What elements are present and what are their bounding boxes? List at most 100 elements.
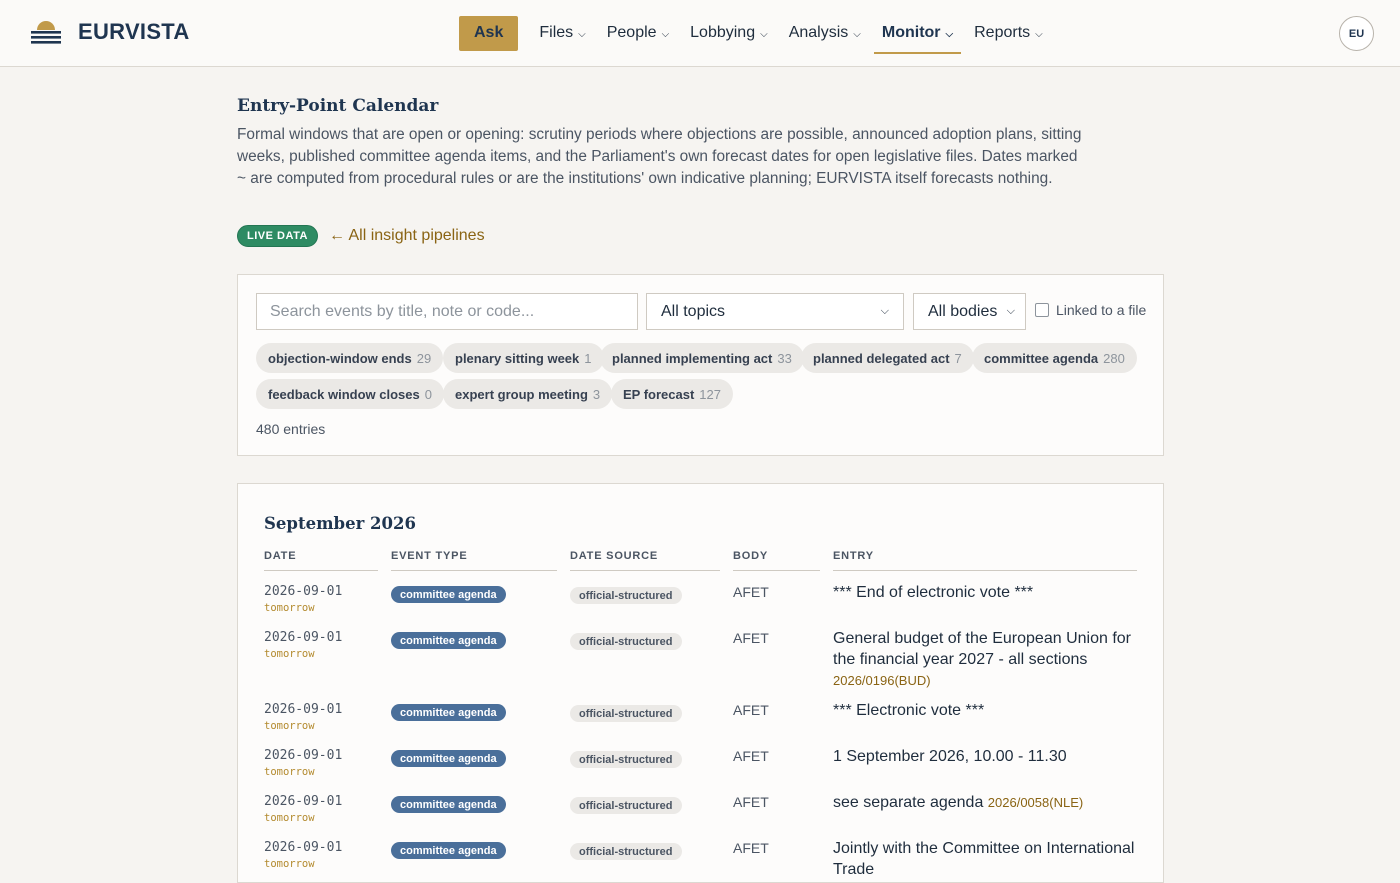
brand-name: EURVISTA bbox=[78, 19, 190, 44]
event-type-badge: committee agenda bbox=[391, 704, 506, 721]
nav-reports-label: Reports bbox=[974, 24, 1031, 41]
row-entry: *** Electronic vote *** bbox=[833, 700, 1143, 721]
chevron-down-icon: ⌵ bbox=[1006, 305, 1015, 317]
column-header-body: BODY bbox=[733, 550, 820, 571]
chevron-down-icon: ⌵ bbox=[661, 28, 670, 40]
nav-files[interactable]: Files ⌵ bbox=[531, 15, 593, 51]
chip-expert-group-meeting[interactable]: expert group meeting 3 bbox=[443, 379, 613, 409]
brand-logo[interactable]: EURVISTA bbox=[30, 18, 190, 46]
chip-ep-forecast[interactable]: EP forecast 127 bbox=[611, 379, 733, 409]
row-entry: Jointly with the Committee on Internatio… bbox=[833, 838, 1143, 880]
row-relative-date: tomorrow bbox=[264, 720, 315, 732]
row-body: AFET bbox=[733, 840, 769, 856]
bodies-select-value: All bodies bbox=[928, 302, 998, 320]
chip-label: EP forecast bbox=[623, 386, 695, 402]
chevron-down-icon: ⌵ bbox=[945, 28, 954, 40]
column-header-event-type: EVENT TYPE bbox=[391, 550, 557, 571]
nav-files-label: Files bbox=[539, 24, 574, 41]
nav-reports[interactable]: Reports ⌵ bbox=[966, 15, 1051, 51]
row-body: AFET bbox=[733, 630, 769, 646]
entries-count: 480 entries bbox=[256, 421, 326, 437]
user-avatar[interactable]: EU bbox=[1339, 16, 1374, 51]
linked-label: Linked to a file bbox=[1056, 302, 1147, 318]
calendar-panel: September 2026 DATE EVENT TYPE DATE SOUR… bbox=[237, 483, 1164, 883]
chip-objection-window-ends[interactable]: objection-window ends 29 bbox=[256, 343, 444, 373]
chevron-down-icon: ⌵ bbox=[578, 28, 586, 40]
chip-label: objection-window ends bbox=[268, 350, 412, 366]
chip-count: 0 bbox=[424, 386, 432, 402]
logo-icon bbox=[31, 21, 61, 44]
row-body: AFET bbox=[733, 702, 769, 718]
chip-plenary-sitting-week[interactable]: plenary sitting week 1 bbox=[443, 343, 604, 373]
chip-planned-implementing-act[interactable]: planned implementing act 33 bbox=[600, 343, 804, 373]
row-relative-date: tomorrow bbox=[264, 602, 315, 614]
search-input[interactable] bbox=[256, 293, 638, 330]
entry-text: *** End of electronic vote *** bbox=[833, 584, 1034, 601]
linked-checkbox[interactable] bbox=[1035, 303, 1049, 317]
main-nav: Ask Files ⌵ People ⌵ Lobbying ⌵ Analysis ⌵ M… bbox=[459, 15, 1056, 54]
chip-count: 127 bbox=[699, 386, 721, 402]
row-relative-date: tomorrow bbox=[264, 858, 315, 870]
row-date: 2026-09-01 bbox=[264, 794, 343, 809]
date-source-badge: official-structured bbox=[570, 633, 682, 650]
chip-label: expert group meeting bbox=[455, 386, 588, 402]
entry-text: General budget of the European Union for… bbox=[833, 630, 1131, 668]
chip-label: planned delegated act bbox=[813, 350, 950, 366]
row-body: AFET bbox=[733, 794, 769, 810]
chevron-down-icon: ⌵ bbox=[1035, 28, 1043, 40]
row-entry: *** End of electronic vote *** bbox=[833, 582, 1143, 603]
chip-count: 33 bbox=[777, 350, 792, 366]
meta-row: LIVE DATA ← All insight pipelines bbox=[237, 225, 485, 247]
date-source-badge: official-structured bbox=[570, 705, 682, 722]
entry-text: 1 September 2026, 10.00 - 11.30 bbox=[833, 748, 1067, 765]
nav-people[interactable]: People ⌵ bbox=[599, 15, 677, 51]
top-bar: EURVISTA Ask Files ⌵ People ⌵ Lobbying ⌵ An… bbox=[0, 0, 1400, 67]
chip-count: 1 bbox=[584, 350, 592, 366]
chip-committee-agenda[interactable]: committee agenda 280 bbox=[972, 343, 1137, 373]
event-type-badge: committee agenda bbox=[391, 796, 506, 813]
date-source-badge: official-structured bbox=[570, 843, 682, 860]
procedure-code-link[interactable]: 2026/0058(NLE) bbox=[988, 795, 1083, 810]
ask-button[interactable]: Ask bbox=[459, 15, 519, 51]
row-body: AFET bbox=[733, 584, 769, 600]
all-pipelines-link[interactable]: ← All insight pipelines bbox=[329, 227, 485, 245]
nav-analysis[interactable]: Analysis ⌵ bbox=[781, 15, 869, 51]
chevron-down-icon: ⌵ bbox=[760, 28, 768, 40]
row-entry: General budget of the European Union for… bbox=[833, 628, 1143, 691]
chip-count: 3 bbox=[592, 386, 601, 402]
chip-planned-delegated-act[interactable]: planned delegated act 7 bbox=[801, 343, 974, 373]
chip-feedback-window-closes[interactable]: feedback window closes 0 bbox=[256, 379, 444, 409]
row-date: 2026-09-01 bbox=[264, 584, 343, 599]
row-entry: 1 September 2026, 10.00 - 11.30 bbox=[833, 746, 1143, 767]
row-date: 2026-09-01 bbox=[264, 748, 343, 763]
page-title: Entry-Point Calendar bbox=[237, 96, 439, 116]
row-body: AFET bbox=[733, 748, 769, 764]
linked-to-file-toggle[interactable]: Linked to a file bbox=[1035, 302, 1146, 318]
live-data-badge: LIVE DATA bbox=[237, 225, 318, 247]
nav-lobbying[interactable]: Lobbying ⌵ bbox=[682, 15, 776, 51]
chip-label: committee agenda bbox=[984, 350, 1099, 366]
row-date: 2026-09-01 bbox=[264, 630, 343, 645]
row-relative-date: tomorrow bbox=[264, 766, 315, 778]
date-source-badge: official-structured bbox=[570, 797, 682, 814]
row-date: 2026-09-01 bbox=[264, 702, 343, 717]
topics-select[interactable]: All topics ⌵ bbox=[646, 293, 904, 330]
event-type-badge: committee agenda bbox=[391, 586, 506, 603]
chip-label: plenary sitting week bbox=[455, 350, 580, 366]
procedure-code-link[interactable]: 2026/0196(BUD) bbox=[833, 673, 931, 688]
date-source-badge: official-structured bbox=[570, 587, 682, 604]
event-type-badge: committee agenda bbox=[391, 750, 506, 767]
entry-text: *** Electronic vote *** bbox=[833, 702, 985, 719]
nav-people-label: People bbox=[606, 24, 657, 41]
chip-count: 280 bbox=[1103, 350, 1125, 366]
chevron-down-icon: ⌵ bbox=[853, 28, 861, 40]
page-description: Formal windows that are open or opening:… bbox=[237, 126, 1082, 187]
nav-monitor[interactable]: Monitor ⌵ bbox=[873, 15, 962, 54]
row-entry: see separate agenda 2026/0058(NLE) bbox=[833, 792, 1143, 813]
chip-count: 29 bbox=[416, 350, 432, 366]
nav-lobbying-label: Lobbying bbox=[690, 24, 756, 41]
row-relative-date: tomorrow bbox=[264, 648, 315, 660]
event-type-badge: committee agenda bbox=[391, 632, 506, 649]
bodies-select[interactable]: All bodies ⌵ bbox=[913, 293, 1026, 330]
chip-label: feedback window closes bbox=[268, 386, 420, 402]
